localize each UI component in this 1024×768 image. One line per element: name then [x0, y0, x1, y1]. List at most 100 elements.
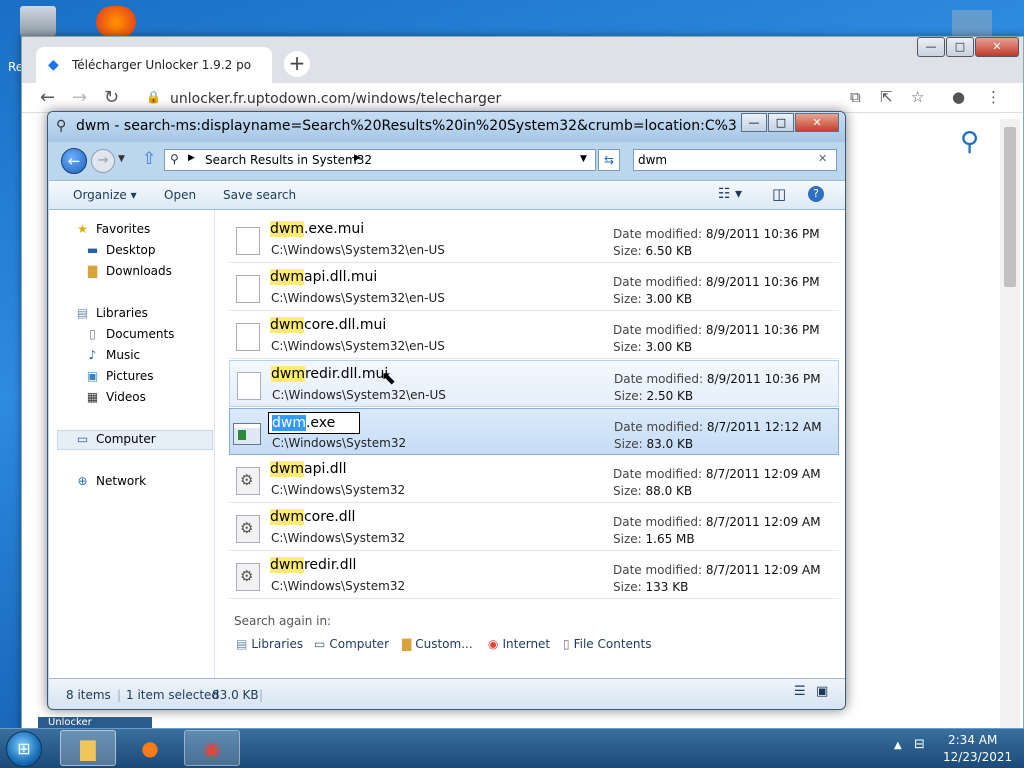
explorer-minimize-button[interactable]: — [741, 113, 767, 132]
profile-avatar-icon[interactable]: ● [952, 88, 965, 106]
bookmark-star-icon[interactable]: ☆ [911, 88, 924, 106]
result-row[interactable]: dwmcore.dll.mui C:\Windows\System32\en-U… [229, 312, 839, 359]
explorer-title: dwm - search-ms:displayname=Search%20Res… [76, 118, 736, 134]
file-name: dwmcore.dll [270, 509, 356, 525]
file-size: Size: 3.00 KB [613, 340, 693, 354]
libraries-icon: ▤ [236, 637, 248, 651]
page-search-icon[interactable]: ⚲ [960, 127, 979, 157]
nav-libraries[interactable]: ▤ Libraries [75, 306, 148, 320]
file-path: C:\Windows\System32 [272, 436, 407, 450]
search-again-label: Search again in: [234, 614, 332, 628]
organize-button[interactable]: Organize ▾ [73, 188, 137, 202]
result-row-hover[interactable]: dwmredir.dll.mui C:\Windows\System32\en-… [229, 360, 839, 407]
dll-file-icon [236, 515, 260, 543]
recycle-bin-icon[interactable] [20, 6, 56, 36]
chrome-icon: ◉ [203, 737, 221, 761]
clear-search-icon[interactable]: ✕ [818, 152, 827, 165]
forward-arrow-icon[interactable]: → [72, 87, 87, 108]
clock-date[interactable]: 12/23/2021 [943, 750, 1012, 764]
result-row[interactable]: dwmapi.dll C:\Windows\System32 Date modi… [229, 456, 839, 503]
explorer-maximize-button[interactable]: □ [768, 113, 794, 132]
chrome-tab-title: Télécharger Unlocker 1.9.2 pour W [72, 58, 252, 72]
dll-file-icon [236, 563, 260, 591]
recent-pages-dropdown-icon[interactable]: ▼ [118, 154, 125, 164]
file-name: dwmapi.dll [270, 461, 347, 477]
file-path: C:\Windows\System32\en-US [271, 243, 445, 257]
refresh-button[interactable]: ⇆ [598, 149, 620, 171]
search-again-custom[interactable]: ▇ Custom... [402, 637, 473, 651]
reload-icon[interactable]: ↻ [104, 87, 119, 108]
chrome-maximize-button[interactable]: □ [946, 37, 974, 57]
chrome-tab-uptodown[interactable]: ◆ Télécharger Unlocker 1.9.2 pour W [36, 47, 272, 83]
chrome-close-button[interactable]: ✕ [975, 37, 1019, 57]
nav-label: Libraries [96, 306, 148, 320]
details-view-icon[interactable]: ☰ [794, 684, 806, 699]
forward-button[interactable]: → [91, 149, 115, 173]
address-dropdown-icon[interactable]: ▼ [580, 154, 587, 164]
search-again-libraries[interactable]: ▤ Libraries [236, 637, 303, 651]
result-row[interactable]: dwmredir.dll C:\Windows\System32 Date mo… [229, 552, 839, 599]
breadcrumb-arrow-icon[interactable]: ▶ [188, 153, 195, 163]
back-arrow-icon[interactable]: ← [40, 87, 55, 108]
taskbar-firefox-button[interactable]: ● [122, 730, 178, 766]
nav-computer[interactable]: ▭ Computer [75, 432, 156, 446]
nav-desktop[interactable]: ▬ Desktop [85, 243, 156, 257]
nav-label: Computer [96, 432, 156, 446]
star-icon: ★ [77, 222, 88, 236]
nav-videos[interactable]: ▦ Videos [85, 390, 146, 404]
translate-icon[interactable]: ⧉ [850, 88, 861, 106]
computer-icon: ▭ [76, 432, 89, 446]
documents-icon: ▯ [89, 327, 96, 341]
url-bar[interactable]: unlocker.fr.uptodown.com/windows/telecha… [140, 87, 840, 111]
exe-file-icon [233, 423, 261, 445]
new-tab-button[interactable]: + [284, 51, 310, 77]
help-icon[interactable]: ? [808, 186, 824, 202]
status-divider: | [117, 688, 122, 702]
clock-time[interactable]: 2:34 AM [948, 733, 997, 747]
show-hidden-icons-icon[interactable]: ▲ [894, 740, 902, 751]
result-row[interactable]: dwm.exe.mui C:\Windows\System32\en-US Da… [229, 216, 839, 263]
search-again-file-contents[interactable]: ▯ File Contents [563, 637, 651, 651]
save-search-button[interactable]: Save search [223, 188, 296, 202]
search-again-internet[interactable]: ◉ Internet [488, 637, 550, 651]
folder-icon: ▇ [80, 737, 96, 761]
share-icon[interactable]: ⇱ [880, 88, 893, 106]
result-row-selected[interactable]: dwm.exe C:\Windows\System32 Date modifie… [229, 408, 839, 455]
chrome-menu-icon[interactable]: ⋮ [986, 88, 1001, 106]
chrome-minimize-button[interactable]: — [917, 37, 945, 57]
search-again-computer[interactable]: ▭ Computer [314, 637, 389, 651]
chrome-icon: ◉ [488, 637, 499, 651]
search-input[interactable]: dwm [633, 149, 837, 171]
view-options-icon[interactable]: ☷ ▾ [718, 186, 742, 202]
downloads-folder-icon: ▇ [87, 264, 98, 278]
search-folder-icon: ⚲ [56, 118, 67, 134]
back-button[interactable]: ← [61, 148, 87, 174]
libraries-icon: ▤ [76, 306, 89, 320]
nav-favorites[interactable]: ★ Favorites [75, 222, 150, 236]
open-button[interactable]: Open [164, 188, 196, 202]
network-tray-icon[interactable]: ⊟ [914, 737, 925, 752]
nav-pictures[interactable]: ▣ Pictures [85, 369, 154, 383]
nav-music[interactable]: ♪ Music [85, 348, 141, 362]
nav-documents[interactable]: ▯ Documents [85, 327, 174, 341]
firefox-desktop-icon[interactable] [96, 6, 136, 38]
dll-file-icon [236, 467, 260, 495]
breadcrumb-arrow-icon[interactable]: ▶ [354, 153, 361, 163]
explorer-close-button[interactable]: ✕ [795, 113, 839, 132]
file-name: dwm.exe.mui [270, 221, 365, 237]
file-date: Date modified: 8/7/2011 12:09 AM [613, 515, 821, 529]
file-size: Size: 6.50 KB [613, 244, 693, 258]
start-button[interactable]: ⊞ [6, 731, 42, 767]
result-row[interactable]: dwmapi.dll.mui C:\Windows\System32\en-US… [229, 264, 839, 311]
up-folder-icon[interactable]: ⇧ [142, 149, 156, 169]
address-bar[interactable]: Search Results in System32 [164, 149, 596, 171]
preview-pane-icon[interactable]: ◫ [772, 185, 786, 203]
page-scrollbar-thumb[interactable] [1004, 127, 1016, 287]
tiles-view-icon[interactable]: ▣ [816, 684, 828, 699]
taskbar-explorer-button[interactable]: ▇ [60, 730, 116, 766]
result-row[interactable]: dwmcore.dll C:\Windows\System32 Date mod… [229, 504, 839, 551]
nav-downloads[interactable]: ▇ Downloads [85, 264, 172, 278]
nav-network[interactable]: ⊕ Network [75, 474, 146, 488]
rename-input[interactable]: dwm.exe [268, 412, 360, 434]
taskbar-chrome-button[interactable]: ◉ [184, 730, 240, 766]
